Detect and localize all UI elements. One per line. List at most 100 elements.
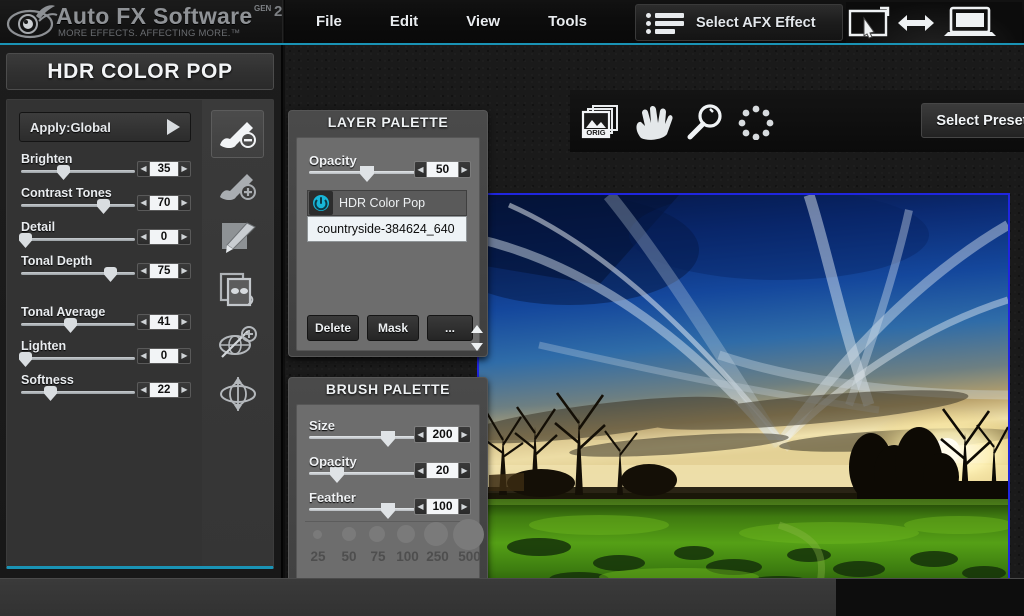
select-preset-button[interactable]: Select Preset... [921, 103, 1024, 138]
layer-list[interactable]: HDR Color Pop countryside-384624_640 [307, 190, 467, 242]
screen-pointer-icon[interactable] [846, 6, 890, 40]
brush-feather-value[interactable]: 100 [426, 499, 459, 514]
stepper-increment-icon[interactable]: ▶ [179, 230, 190, 244]
slider-track[interactable] [21, 272, 135, 275]
delete-layer-button[interactable]: Delete [307, 315, 359, 341]
stepper-increment-icon[interactable]: ▶ [179, 196, 190, 210]
stepper-increment-icon[interactable]: ▶ [179, 264, 190, 278]
tool-globe-plus[interactable] [211, 318, 264, 366]
slider-contrast-tones[interactable]: Contrast Tones ◀ 70 ▶ [19, 188, 191, 216]
slider-knob[interactable] [19, 233, 32, 248]
tool-mask-layers[interactable] [211, 266, 264, 314]
slider-stepper[interactable]: ◀ 0 ▶ [137, 348, 191, 364]
laptop-icon[interactable] [942, 5, 998, 41]
slider-value[interactable]: 70 [149, 196, 179, 210]
slider-value[interactable]: 35 [149, 162, 179, 176]
slider-knob[interactable] [64, 318, 77, 333]
stepper-increment-icon[interactable]: ▶ [459, 463, 470, 478]
stepper-decrement-icon[interactable]: ◀ [138, 264, 149, 278]
slider-value[interactable]: 75 [149, 264, 179, 278]
brush-size-presets[interactable]: 25 50 75 100 250 500 [305, 513, 475, 569]
stepper-decrement-icon[interactable]: ◀ [138, 230, 149, 244]
stepper-increment-icon[interactable]: ▶ [179, 349, 190, 363]
slider-knob[interactable] [57, 165, 70, 180]
stepper-increment-icon[interactable]: ▶ [179, 162, 190, 176]
slider-knob[interactable] [381, 431, 395, 447]
original-image-icon[interactable]: ORIG [581, 104, 621, 140]
slider-stepper[interactable]: ◀ 0 ▶ [137, 229, 191, 245]
stepper-decrement-icon[interactable]: ◀ [415, 427, 426, 442]
brush-size-value[interactable]: 200 [426, 427, 459, 442]
layer-opacity-value[interactable]: 50 [426, 162, 459, 177]
stepper-decrement-icon[interactable]: ◀ [138, 383, 149, 397]
brush-preset-dot[interactable] [313, 530, 322, 539]
menu-item-view[interactable]: View [442, 13, 524, 30]
stepper-decrement-icon[interactable]: ◀ [138, 315, 149, 329]
zoom-icon[interactable] [686, 104, 726, 140]
slider-track[interactable] [21, 357, 135, 360]
tool-globe-axis[interactable] [211, 370, 264, 418]
brush-opacity-stepper[interactable]: ◀ 20 ▶ [414, 462, 471, 479]
layer-scroll-stepper[interactable] [469, 324, 485, 352]
brush-preset-label[interactable]: 75 [365, 549, 391, 564]
slider-track[interactable] [21, 238, 135, 241]
slider-track[interactable] [21, 204, 135, 207]
tool-brush-plus[interactable] [211, 162, 264, 210]
loading-dots-icon[interactable] [736, 104, 776, 140]
slider-stepper[interactable]: ◀ 70 ▶ [137, 195, 191, 211]
layer-row-base[interactable]: countryside-384624_640 [307, 216, 467, 242]
stepper-decrement-icon[interactable]: ◀ [415, 162, 426, 177]
slider-track[interactable] [309, 436, 415, 439]
slider-knob[interactable] [330, 467, 344, 483]
apply-mode-button[interactable]: Apply:Global [19, 112, 191, 142]
hand-icon[interactable] [633, 104, 673, 140]
slider-tonal-depth[interactable]: Tonal Depth ◀ 75 ▶ [19, 256, 191, 284]
slider-knob[interactable] [97, 199, 110, 214]
stepper-increment-icon[interactable]: ▶ [459, 499, 470, 514]
stepper-decrement-icon[interactable]: ◀ [138, 349, 149, 363]
slider-softness[interactable]: Softness ◀ 22 ▶ [19, 375, 191, 403]
slider-value[interactable]: 0 [149, 349, 179, 363]
horizontal-arrows-icon[interactable] [896, 11, 936, 35]
brush-preset-label[interactable]: 25 [307, 549, 329, 564]
slider-knob[interactable] [104, 267, 117, 282]
tool-brush-minus[interactable] [211, 110, 264, 158]
more-options-button[interactable]: ... [427, 315, 473, 341]
slider-value[interactable]: 0 [149, 230, 179, 244]
brush-preset-label[interactable]: 50 [336, 549, 362, 564]
slider-lighten[interactable]: Lighten ◀ 0 ▶ [19, 341, 191, 369]
slider-stepper[interactable]: ◀ 35 ▶ [137, 161, 191, 177]
brush-preset-dot[interactable] [453, 519, 484, 550]
select-afx-effect-button[interactable]: Select AFX Effect [635, 4, 843, 41]
slider-track[interactable] [21, 391, 135, 394]
slider-knob[interactable] [19, 352, 32, 367]
brush-feather-stepper[interactable]: ◀ 100 ▶ [414, 498, 471, 515]
brush-preset-label[interactable]: 500 [453, 549, 486, 564]
brush-preset-dot[interactable] [397, 525, 415, 543]
brush-preset-dot[interactable] [424, 522, 448, 546]
slider-tonal-average[interactable]: Tonal Average ◀ 41 ▶ [19, 307, 191, 335]
tool-paint-page[interactable] [211, 214, 264, 262]
menu-item-edit[interactable]: Edit [366, 13, 442, 30]
slider-value[interactable]: 22 [149, 383, 179, 397]
stepper-decrement-icon[interactable]: ◀ [138, 196, 149, 210]
stepper-increment-icon[interactable]: ▶ [459, 427, 470, 442]
image-selection-frame[interactable] [477, 193, 1010, 589]
slider-stepper[interactable]: ◀ 75 ▶ [137, 263, 191, 279]
brush-preset-dot[interactable] [369, 526, 385, 542]
stepper-increment-icon[interactable]: ▶ [459, 162, 470, 177]
brush-preset-dot[interactable] [342, 527, 356, 541]
menu-item-tools[interactable]: Tools [524, 13, 611, 30]
stepper-decrement-icon[interactable]: ◀ [415, 463, 426, 478]
stepper-increment-icon[interactable]: ▶ [179, 315, 190, 329]
photo-canvas[interactable] [479, 195, 1008, 587]
slider-value[interactable]: 41 [149, 315, 179, 329]
slider-stepper[interactable]: ◀ 41 ▶ [137, 314, 191, 330]
stepper-increment-icon[interactable]: ▶ [179, 383, 190, 397]
slider-track[interactable] [309, 472, 415, 475]
slider-stepper[interactable]: ◀ 22 ▶ [137, 382, 191, 398]
brush-size-stepper[interactable]: ◀ 200 ▶ [414, 426, 471, 443]
stepper-decrement-icon[interactable]: ◀ [415, 499, 426, 514]
brush-opacity-value[interactable]: 20 [426, 463, 459, 478]
slider-detail[interactable]: Detail ◀ 0 ▶ [19, 222, 191, 250]
